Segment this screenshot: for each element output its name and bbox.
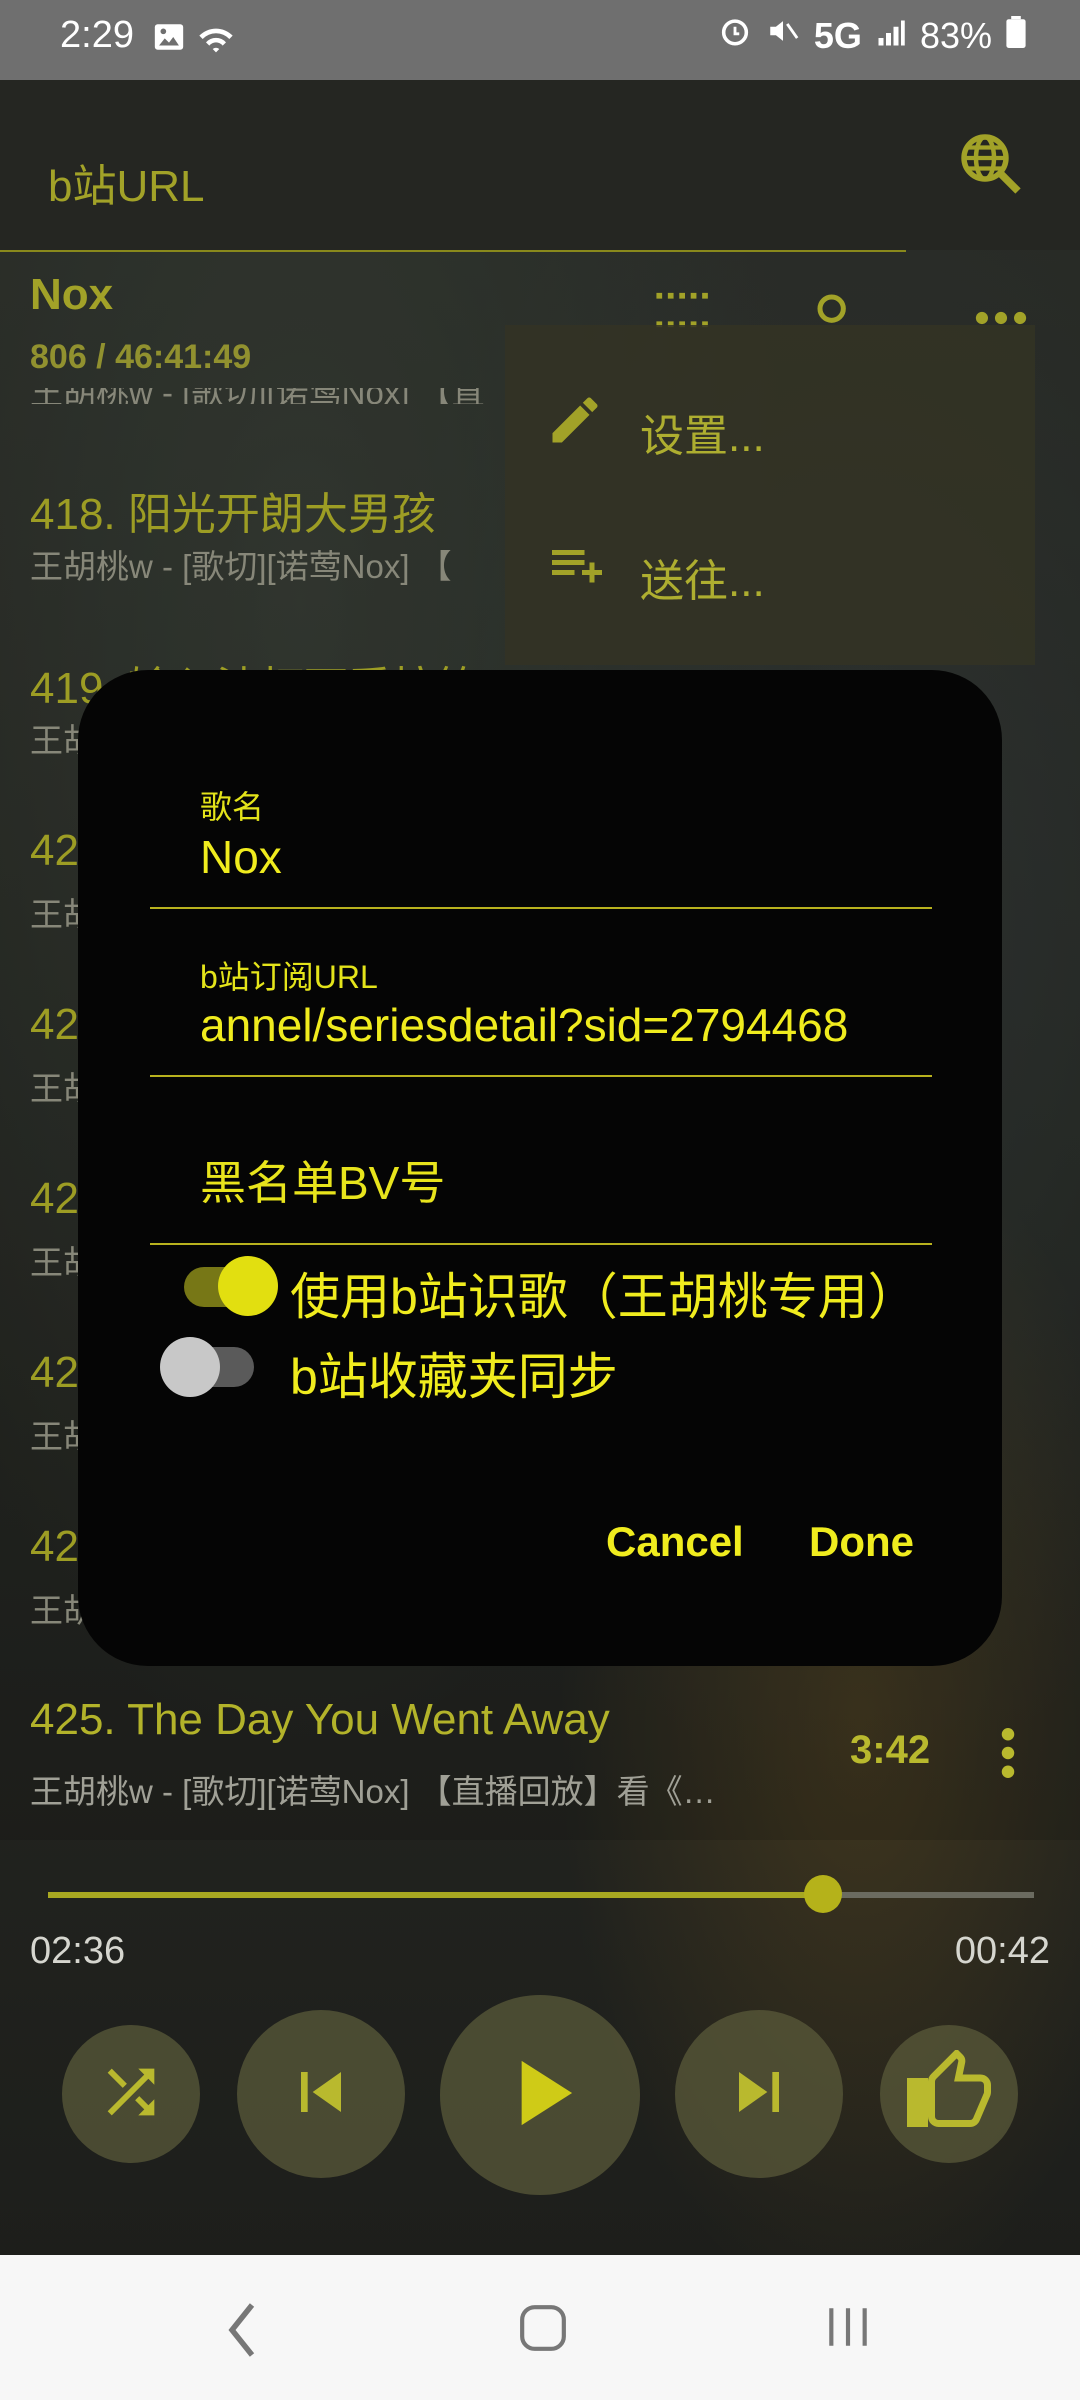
switch-thumb: [218, 1256, 278, 1316]
blacklist-field[interactable]: 黑名单BV号: [200, 1147, 445, 1213]
network-type: 5G: [813, 14, 862, 56]
previous-button[interactable]: [237, 2010, 405, 2178]
recents-icon[interactable]: [820, 2302, 876, 2357]
url-label: b站订阅URL: [200, 959, 378, 995]
elapsed-time: 02:36: [30, 1930, 126, 1972]
wifi-icon: [196, 22, 236, 61]
shuffle-button[interactable]: [62, 2025, 200, 2163]
signal-icon: [876, 15, 906, 57]
shuffle-icon: [96, 2057, 166, 2132]
name-underline: [150, 907, 932, 909]
url-underline: [150, 1075, 932, 1077]
like-button[interactable]: [880, 2025, 1018, 2163]
status-right: 5G 83%: [718, 14, 1026, 57]
blacklist-underline: [150, 1243, 932, 1245]
song-duration: 3:42: [850, 1728, 931, 1772]
favlist-sync-label: b站收藏夹同步: [290, 1349, 618, 1405]
battery-icon: [1006, 15, 1026, 57]
progress-thumb[interactable]: [803, 1875, 842, 1913]
song-subtitle: 王胡桃w - [歌切][诺莺Nox] 【直播回放】看《…: [30, 1773, 716, 1810]
switch-thumb: [160, 1337, 220, 1397]
status-bar: 2:29 5G 83%: [0, 0, 1080, 80]
skip-previous-icon: [281, 2052, 361, 2137]
thumb-up-icon: [907, 2048, 991, 2139]
cancel-button[interactable]: Cancel: [606, 1518, 744, 1566]
next-button[interactable]: [675, 2010, 843, 2178]
name-label: 歌名: [200, 789, 265, 825]
battery-percent: 83%: [919, 14, 992, 56]
remaining-time: 00:42: [954, 1930, 1050, 1972]
status-time: 2:29: [60, 14, 134, 56]
song-title[interactable]: 425. The Day You Went Away: [30, 1695, 610, 1745]
play-icon: [485, 2038, 595, 2153]
back-icon[interactable]: [222, 2300, 262, 2365]
url-field-box[interactable]: annel/seriesdetail?sid=2794468: [200, 998, 900, 1058]
gallery-icon: [152, 20, 186, 59]
skip-next-icon: [719, 2052, 799, 2137]
name-field[interactable]: Nox: [200, 830, 282, 884]
alarm-icon: [718, 14, 752, 57]
mute-icon: [766, 14, 800, 57]
done-button[interactable]: Done: [809, 1518, 914, 1566]
song-more-icon[interactable]: [996, 1728, 1020, 1783]
bili-recognize-label: 使用b站识歌（王胡桃专用）: [290, 1269, 918, 1325]
play-button[interactable]: [440, 1995, 640, 2195]
progress-fill: [48, 1892, 823, 1898]
home-icon[interactable]: [518, 2303, 568, 2358]
url-field[interactable]: annel/seriesdetail?sid=2794468: [200, 999, 848, 1051]
